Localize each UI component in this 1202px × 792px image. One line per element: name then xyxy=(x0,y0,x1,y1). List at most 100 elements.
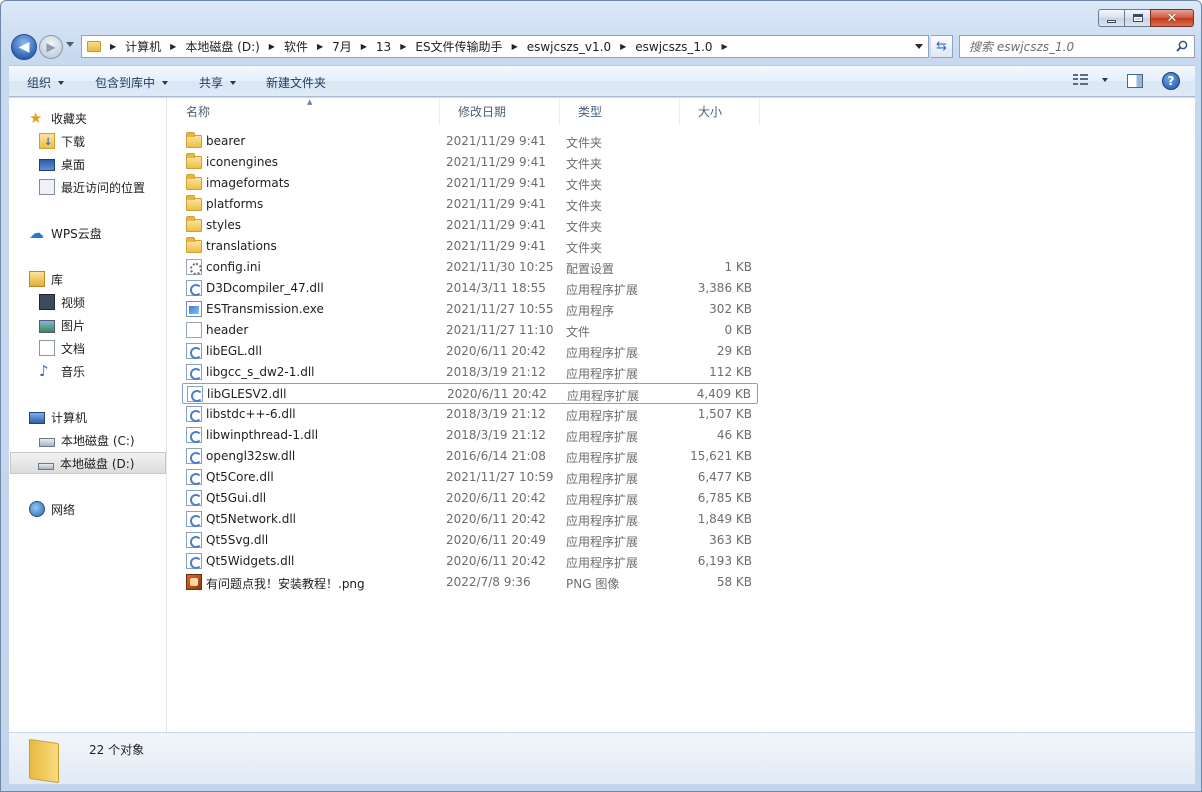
file-row[interactable]: translations 2021/11/29 9:41 文件夹 xyxy=(182,236,758,257)
nav-item-videos[interactable]: 视频 xyxy=(39,291,85,313)
refresh-button[interactable]: ⇆ xyxy=(931,35,953,58)
file-size: 363 KB xyxy=(709,533,752,547)
nav-wps-cloud[interactable]: ☁ WPS云盘 xyxy=(29,222,102,244)
dll-file-icon xyxy=(186,553,202,569)
nav-libraries[interactable]: 库 xyxy=(29,268,63,290)
address-dropdown-arrow[interactable] xyxy=(915,44,923,49)
nav-network[interactable]: 网络 xyxy=(29,498,75,520)
file-size: 15,621 KB xyxy=(690,449,752,463)
recent-pages-dropdown[interactable] xyxy=(66,42,74,47)
file-row[interactable]: platforms 2021/11/29 9:41 文件夹 xyxy=(182,194,758,215)
nav-item-downloads[interactable]: ↓ 下载 xyxy=(39,130,85,152)
blank-file-icon xyxy=(186,322,202,338)
file-type: 应用程序扩展 xyxy=(566,451,639,465)
preview-pane-button[interactable] xyxy=(1127,74,1143,88)
nav-favorites-label: 收藏夹 xyxy=(51,111,88,126)
nav-item-pictures[interactable]: 图片 xyxy=(39,314,85,336)
file-row[interactable]: Qt5Core.dll 2021/11/27 10:59 应用程序扩展 6,477 K… xyxy=(182,467,758,488)
library-icon xyxy=(29,271,45,287)
breadcrumb-separator-icon[interactable]: ▶ xyxy=(101,42,125,51)
breadcrumb-separator-icon[interactable]: ▶ xyxy=(611,42,635,51)
minimize-button[interactable] xyxy=(1098,9,1124,27)
breadcrumb-item[interactable]: ▶ 本地磁盘 (D:) xyxy=(161,36,260,57)
nav-item-desktop[interactable]: 桌面 xyxy=(39,153,85,175)
breadcrumb-item[interactable]: ▶ ES文件传输助手 xyxy=(391,36,502,57)
breadcrumb-separator-icon[interactable]: ▶ xyxy=(352,42,376,51)
file-row[interactable]: bearer 2021/11/29 9:41 文件夹 xyxy=(182,131,758,152)
back-button[interactable]: ◀ xyxy=(11,34,37,60)
file-row[interactable]: Qt5Network.dll 2020/6/11 20:42 应用程序扩展 1,849… xyxy=(182,509,758,530)
breadcrumb-separator-icon[interactable]: ▶ xyxy=(308,42,332,51)
breadcrumb-item[interactable]: ▶ 计算机 xyxy=(101,36,161,57)
organize-menu[interactable]: 组织 xyxy=(27,74,65,91)
search-box xyxy=(959,35,1195,58)
breadcrumb-item[interactable]: ▶ 软件 xyxy=(260,36,308,57)
drive-icon xyxy=(39,438,55,447)
breadcrumb-item[interactable]: ▶ eswjcszs_v1.0 xyxy=(503,36,612,57)
breadcrumb-separator-icon[interactable]: ▶ xyxy=(161,42,185,51)
file-row[interactable]: styles 2021/11/29 9:41 文件夹 xyxy=(182,215,758,236)
music-note-icon: ♪ xyxy=(39,362,49,380)
search-input[interactable] xyxy=(969,39,1169,54)
file-row[interactable]: libstdc++-6.dll 2018/3/19 21:12 应用程序扩展 1,50… xyxy=(182,404,758,425)
include-in-library-menu[interactable]: 包含到库中 xyxy=(95,74,169,91)
file-row[interactable]: header 2021/11/27 11:10 文件 0 KB xyxy=(182,320,758,341)
breadcrumb-label: 软件 xyxy=(283,40,308,54)
breadcrumb-separator-icon[interactable]: ▶ xyxy=(503,42,527,51)
breadcrumb-item[interactable]: ▶ eswjcszs_1.0 xyxy=(611,36,712,57)
forward-button[interactable]: ▶ xyxy=(39,35,63,59)
maximize-button[interactable] xyxy=(1124,9,1150,27)
file-name: opengl32sw.dll xyxy=(206,449,296,463)
share-menu[interactable]: 共享 xyxy=(199,74,237,91)
file-size: 29 KB xyxy=(716,344,752,358)
breadcrumb-item[interactable]: ▶ 13 xyxy=(352,36,391,57)
column-header-label: 类型 xyxy=(578,104,603,119)
nav-computer[interactable]: 计算机 xyxy=(29,406,87,428)
nav-favorites[interactable]: ★ 收藏夹 xyxy=(29,107,87,129)
file-row[interactable]: Qt5Svg.dll 2020/6/11 20:49 应用程序扩展 363 KB xyxy=(182,530,758,551)
file-row[interactable]: config.ini 2021/11/30 10:25 配置设置 1 KB xyxy=(182,257,758,278)
nav-item-documents[interactable]: 文档 xyxy=(39,337,85,359)
change-view-button[interactable] xyxy=(1073,74,1108,86)
breadcrumb-label: eswjcszs_v1.0 xyxy=(526,39,612,54)
file-type: 文件 xyxy=(566,325,591,339)
breadcrumb-separator-icon[interactable]: ▶ xyxy=(391,42,415,51)
drive-icon xyxy=(38,462,54,470)
file-row[interactable]: libwinpthread-1.dll 2018/3/19 21:12 应用程序扩展… xyxy=(182,425,758,446)
file-size: 302 KB xyxy=(709,302,752,316)
computer-icon xyxy=(29,411,45,424)
file-row[interactable]: ESTransmission.exe 2021/11/27 10:55 应用程序 30… xyxy=(182,299,758,320)
nav-item-recent-places[interactable]: 最近访问的位置 xyxy=(39,176,145,198)
file-row[interactable]: libEGL.dll 2020/6/11 20:42 应用程序扩展 29 KB xyxy=(182,341,758,362)
file-row[interactable]: iconengines 2021/11/29 9:41 文件夹 xyxy=(182,152,758,173)
column-header-size[interactable]: 大小 xyxy=(680,98,760,124)
column-header-date[interactable]: 修改日期 xyxy=(440,98,560,124)
breadcrumb-item[interactable]: ▶ 7月 xyxy=(308,36,352,57)
file-row[interactable]: 有问题点我！安装教程！.png 2022/7/8 9:36 PNG 图像 58 KB xyxy=(182,572,758,593)
minimize-icon xyxy=(1107,19,1116,23)
breadcrumb: ▶ 计算机 ▶ 本地磁盘 (D:) ▶ 软件 ▶ 7月 ▶ 13 ▶ ES文件传输助手 ▶ eswjcsz… xyxy=(101,36,737,57)
file-row[interactable]: opengl32sw.dll 2016/6/14 21:08 应用程序扩展 15,62… xyxy=(182,446,758,467)
nav-item-drive-c[interactable]: 本地磁盘 (C:) xyxy=(39,429,135,451)
file-row[interactable]: libgcc_s_dw2-1.dll 2018/3/19 21:12 应用程序扩展 1… xyxy=(182,362,758,383)
file-row[interactable]: imageformats 2021/11/29 9:41 文件夹 xyxy=(182,173,758,194)
nav-item-drive-d[interactable]: 本地磁盘 (D:) xyxy=(10,452,166,474)
file-size: 46 KB xyxy=(716,428,752,442)
breadcrumb-label: 本地磁盘 (D:) xyxy=(185,40,260,54)
file-row[interactable]: libGLESV2.dll 2020/6/11 20:42 应用程序扩展 4,409 … xyxy=(182,383,758,404)
close-button[interactable]: ✕ xyxy=(1150,9,1194,27)
file-row[interactable]: D3Dcompiler_47.dll 2014/3/11 18:55 应用程序扩展 3… xyxy=(182,278,758,299)
search-icon[interactable] xyxy=(1176,40,1188,52)
file-row[interactable]: Qt5Widgets.dll 2020/6/11 20:42 应用程序扩展 6,193… xyxy=(182,551,758,572)
close-icon: ✕ xyxy=(1166,10,1178,26)
breadcrumb-separator-icon[interactable]: ▶ xyxy=(260,42,284,51)
new-folder-button[interactable]: 新建文件夹 xyxy=(266,74,326,91)
column-header-name[interactable]: 名称 xyxy=(168,98,440,124)
file-row[interactable]: Qt5Gui.dll 2020/6/11 20:42 应用程序扩展 6,785 KB xyxy=(182,488,758,509)
breadcrumb-separator-icon[interactable]: ▶ xyxy=(713,42,737,51)
nav-item-music[interactable]: ♪ 音乐 xyxy=(39,360,85,382)
address-bar[interactable]: ▶ 计算机 ▶ 本地磁盘 (D:) ▶ 软件 ▶ 7月 ▶ 13 ▶ ES文件传输助手 ▶ eswjcsz… xyxy=(81,35,929,58)
file-type: 应用程序扩展 xyxy=(566,493,639,507)
column-header-type[interactable]: 类型 xyxy=(560,98,680,124)
help-button[interactable]: ? xyxy=(1162,72,1180,90)
